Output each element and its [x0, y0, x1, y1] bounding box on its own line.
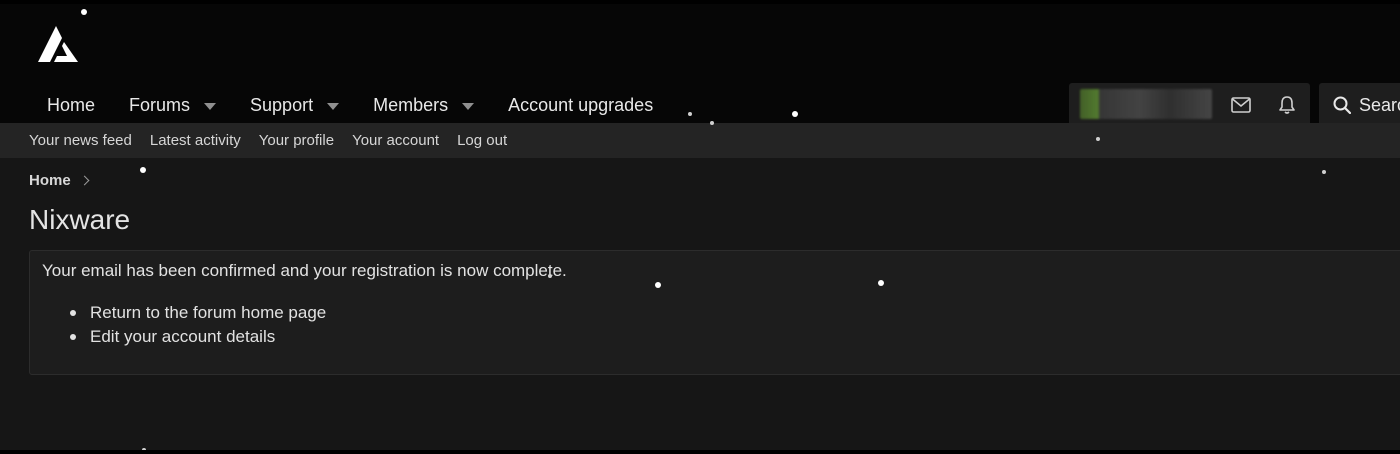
search-label: Search — [1359, 94, 1400, 115]
particle — [140, 167, 146, 173]
confirmation-message: Your email has been confirmed and your r… — [29, 250, 1400, 375]
sub-nav: Your news feed Latest activity Your prof… — [0, 123, 1400, 158]
logo-icon — [38, 26, 78, 62]
caret-down-icon[interactable] — [462, 102, 475, 110]
alerts-button[interactable] — [1275, 93, 1299, 117]
particle — [688, 112, 692, 116]
caret-down-icon[interactable] — [204, 102, 217, 110]
user-menu — [1069, 83, 1310, 127]
subnav-item-your-account[interactable]: Your account — [343, 132, 448, 149]
link-forum-home[interactable]: Return to the forum home page — [70, 301, 326, 325]
particle — [1096, 137, 1100, 141]
search-icon — [1333, 96, 1351, 114]
page: Home Forums Support Members Account upgr… — [0, 0, 1400, 454]
particle — [548, 274, 552, 278]
envelope-icon — [1231, 97, 1251, 113]
link-label[interactable]: Edit your account details — [90, 327, 275, 347]
particle — [710, 121, 714, 125]
nav-item-support[interactable]: Support — [233, 84, 356, 126]
caret-down-icon[interactable] — [327, 102, 340, 110]
subnav-item-news-feed[interactable]: Your news feed — [20, 132, 141, 149]
chevron-right-icon — [79, 175, 90, 186]
page-title: Nixware — [29, 204, 131, 235]
subnav-item-latest-activity[interactable]: Latest activity — [141, 132, 250, 149]
particle — [1322, 170, 1326, 174]
forum-logo[interactable] — [34, 22, 82, 66]
nav-item-label: Home — [47, 94, 96, 115]
main-nav: Home Forums Support Members Account upgr… — [30, 84, 670, 126]
confirmation-text: Your email has been confirmed and your r… — [42, 261, 567, 280]
link-list: Return to the forum home page Edit your … — [70, 301, 326, 349]
nav-item-members[interactable]: Members — [356, 84, 491, 126]
nav-item-account-upgrades[interactable]: Account upgrades — [491, 84, 670, 126]
link-edit-account[interactable]: Edit your account details — [70, 325, 326, 349]
search-button[interactable]: Search — [1319, 83, 1400, 127]
avatar[interactable] — [1080, 89, 1212, 119]
bullet-icon — [70, 334, 76, 340]
nav-item-label: Forums — [129, 94, 191, 115]
particle — [81, 9, 87, 15]
nav-item-label: Account upgrades — [508, 94, 654, 115]
nav-item-forums[interactable]: Forums — [112, 84, 233, 126]
nav-item-label: Support — [250, 94, 314, 115]
subnav-item-log-out[interactable]: Log out — [448, 132, 516, 149]
breadcrumb: Home — [29, 172, 90, 189]
particle — [878, 280, 884, 286]
bottom-border — [0, 450, 1400, 454]
header: Home Forums Support Members Account upgr… — [0, 0, 1400, 127]
inbox-button[interactable] — [1229, 93, 1253, 117]
nav-item-label: Members — [373, 94, 449, 115]
link-label[interactable]: Return to the forum home page — [90, 303, 326, 323]
subnav-item-your-profile[interactable]: Your profile — [250, 132, 343, 149]
bell-icon — [1279, 96, 1295, 114]
particle — [792, 111, 798, 117]
nav-item-home[interactable]: Home — [30, 84, 112, 126]
breadcrumb-home[interactable]: Home — [29, 172, 71, 189]
particle — [655, 282, 661, 288]
bullet-icon — [70, 310, 76, 316]
